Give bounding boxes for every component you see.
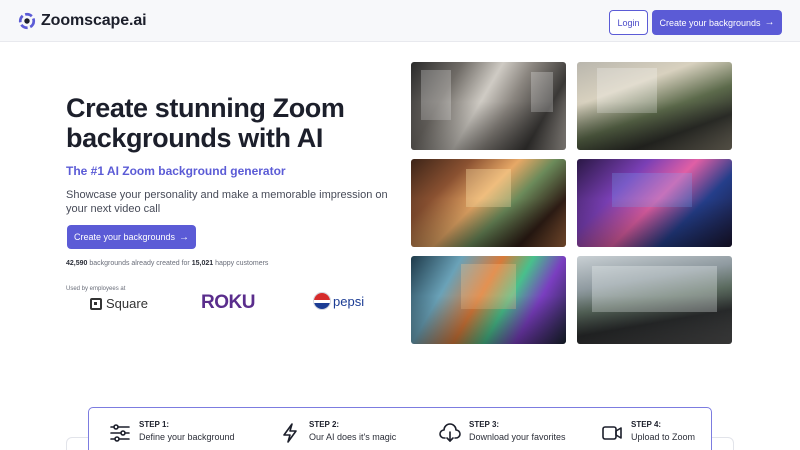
used-by-label: Used by employees at	[66, 286, 126, 292]
step-1: STEP 1: Define your background	[109, 420, 235, 444]
backgrounds-text: backgrounds already created for	[89, 260, 190, 267]
roku-logo: ROKU	[201, 292, 255, 313]
video-camera-icon	[602, 426, 622, 440]
gallery-image-warm-wooden-interior	[411, 159, 566, 247]
sliders-icon	[110, 424, 130, 442]
gallery-image-colorful-glass-room	[411, 256, 566, 344]
step-3: STEP 3: Download your favorites	[439, 420, 566, 444]
usage-stats: 42,590 backgrounds already created for 1…	[66, 260, 268, 267]
step-label: STEP 4:	[631, 420, 662, 429]
gallery-image-neon-purple-room	[577, 159, 732, 247]
step-text: Our AI does it's magic	[309, 432, 397, 442]
brand-name: Zoomscape.ai	[41, 12, 147, 29]
create-backgrounds-header-button[interactable]: Create your backgrounds →	[652, 10, 782, 35]
step-label: STEP 3:	[469, 420, 500, 429]
step-text: Upload to Zoom	[631, 432, 696, 442]
pepsi-globe-icon	[313, 292, 331, 310]
brand-logo[interactable]: Zoomscape.ai	[18, 12, 147, 30]
hero-title: Create stunning Zoom backgrounds with AI	[66, 93, 345, 153]
step-text: Download your favorites	[469, 432, 566, 442]
pepsi-brand: pepsi	[313, 292, 364, 310]
hero-description: Showcase your personality and make a mem…	[66, 189, 388, 215]
step-4: STEP 4: Upload to Zoom	[601, 420, 695, 444]
step-label: STEP 2:	[309, 420, 340, 429]
cta-label: Create your backgrounds	[73, 232, 176, 242]
lightning-icon	[283, 423, 297, 443]
backgrounds-count: 42,590	[66, 260, 88, 267]
cloud-download-icon	[439, 423, 461, 442]
login-button[interactable]: Login	[609, 10, 648, 35]
square-logo-icon	[90, 297, 102, 310]
arrow-right-icon: →	[179, 231, 190, 243]
pepsi-brand-name: pepsi	[333, 293, 365, 309]
steps-panel: STEP 1: Define your background STEP 2: O…	[88, 407, 712, 450]
cta-label: Create your backgrounds	[659, 17, 761, 28]
arrow-right-icon: →	[764, 17, 775, 28]
gallery-image-minimal-mountain-room	[577, 256, 732, 344]
top-navbar: Zoomscape.ai Login Create your backgroun…	[0, 0, 800, 42]
customers-count: 15,021	[191, 260, 214, 267]
step-2: STEP 2: Our AI does it's magic	[279, 420, 396, 444]
step-text: Define your background	[139, 432, 235, 442]
step-label: STEP 1:	[139, 420, 170, 429]
create-backgrounds-hero-button[interactable]: Create your backgrounds →	[67, 225, 196, 249]
gallery-image-modern-living-room	[411, 62, 566, 150]
square-brand-name: Square	[106, 296, 148, 311]
square-brand: Square	[90, 296, 148, 311]
customers-text: happy customers	[215, 260, 269, 267]
hero-tagline: The #1 AI Zoom background generator	[66, 164, 286, 178]
zoomscape-logo-icon	[18, 12, 36, 30]
gallery-image-mountain-view-lounge	[577, 62, 732, 150]
